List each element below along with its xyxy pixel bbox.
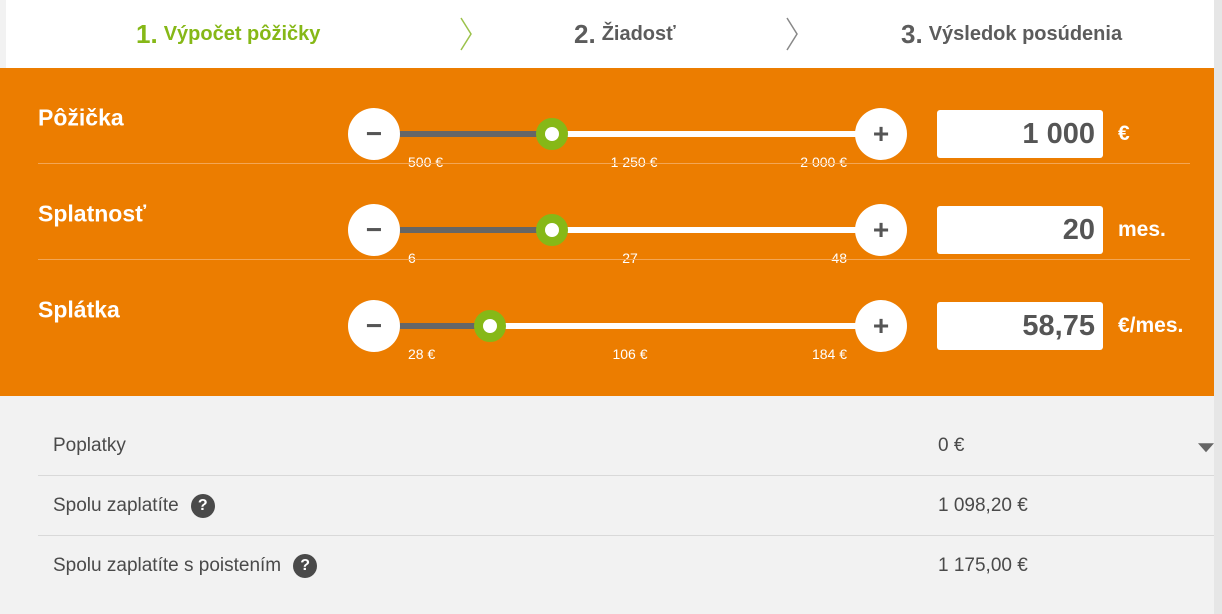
help-icon[interactable]: ? — [293, 554, 318, 578]
result-label: Spolu zaplatíte s poistením — [53, 555, 282, 576]
step-label: Výsledok posúdenia — [928, 22, 1123, 45]
step-assessment-result[interactable]: 3. Výsledok posúdenia — [901, 0, 1122, 68]
slider-thumb[interactable] — [473, 310, 506, 342]
slider-fill — [374, 131, 552, 137]
slider-track[interactable] — [374, 310, 881, 342]
result-label: Spolu zaplatíte — [53, 495, 179, 516]
loan-amount-input[interactable]: 1 000 — [937, 110, 1103, 158]
decrease-button[interactable]: − — [348, 204, 400, 256]
slider-min-label: 28 € — [408, 346, 436, 362]
chevron-right-icon — [786, 17, 798, 51]
result-value: 0 € — [938, 435, 965, 456]
slider-row-installment: Splátka − + 28 € 106 € 184 € 58,75 €/mes… — [0, 260, 1214, 363]
result-label-wrap: Spolu zaplatíte s poistením ? — [53, 554, 318, 578]
unit-label: €/mes. — [1118, 314, 1184, 337]
slider-thumb[interactable] — [535, 118, 568, 150]
increase-button[interactable]: + — [855, 204, 907, 256]
slider-row-loan-amount: Pôžička − + 500 € 1 250 € 2 000 € 1 000 … — [0, 68, 1214, 170]
step-label: Žiadosť — [601, 22, 676, 45]
decrease-button[interactable]: − — [348, 108, 400, 160]
steps-header: 1. Výpočet pôžičky 2. Žiadosť 3. Výsledo… — [6, 0, 1214, 68]
chevron-right-icon — [460, 17, 472, 51]
step-application[interactable]: 2. Žiadosť — [574, 0, 676, 68]
loan-calculator-panel: Pôžička − + 500 € 1 250 € 2 000 € 1 000 … — [0, 68, 1214, 396]
slider-fill — [374, 227, 552, 233]
slider-label: Splátka — [38, 296, 120, 323]
slider-label: Pôžička — [38, 104, 124, 131]
result-row-total-with-insurance: Spolu zaplatíte s poistením ? 1 175,00 € — [38, 536, 1214, 596]
unit-label: € — [1118, 122, 1130, 145]
increase-button[interactable]: + — [855, 108, 907, 160]
slider-row-term: Splatnosť − + 6 27 48 20 mes. — [0, 164, 1214, 266]
scrollbar[interactable] — [1214, 0, 1222, 614]
step-number: 2. — [574, 18, 596, 49]
slider-track[interactable] — [374, 214, 881, 246]
result-value: 1 098,20 € — [938, 495, 1028, 516]
decrease-button[interactable]: − — [348, 300, 400, 352]
caret-down-icon[interactable] — [1198, 443, 1214, 453]
step-loan-calculation[interactable]: 1. Výpočet pôžičky — [136, 0, 320, 68]
slider-label: Splatnosť — [38, 200, 147, 227]
term-input[interactable]: 20 — [937, 206, 1103, 254]
step-number: 3. — [901, 18, 923, 49]
result-label: Poplatky — [53, 435, 126, 456]
result-row-fees[interactable]: Poplatky 0 € — [38, 416, 1214, 476]
result-label-wrap: Spolu zaplatíte ? — [53, 494, 215, 518]
help-icon[interactable]: ? — [190, 494, 215, 518]
step-label: Výpočet pôžičky — [163, 22, 321, 45]
result-value: 1 175,00 € — [938, 555, 1028, 576]
installment-input[interactable]: 58,75 — [937, 302, 1103, 350]
step-number: 1. — [136, 18, 158, 49]
slider-mid-label: 106 € — [612, 346, 648, 362]
result-row-total: Spolu zaplatíte ? 1 098,20 € — [38, 476, 1214, 536]
increase-button[interactable]: + — [855, 300, 907, 352]
slider-thumb[interactable] — [535, 214, 568, 246]
slider-track[interactable] — [374, 118, 881, 150]
unit-label: mes. — [1118, 218, 1166, 241]
slider-max-label: 184 € — [811, 346, 847, 362]
